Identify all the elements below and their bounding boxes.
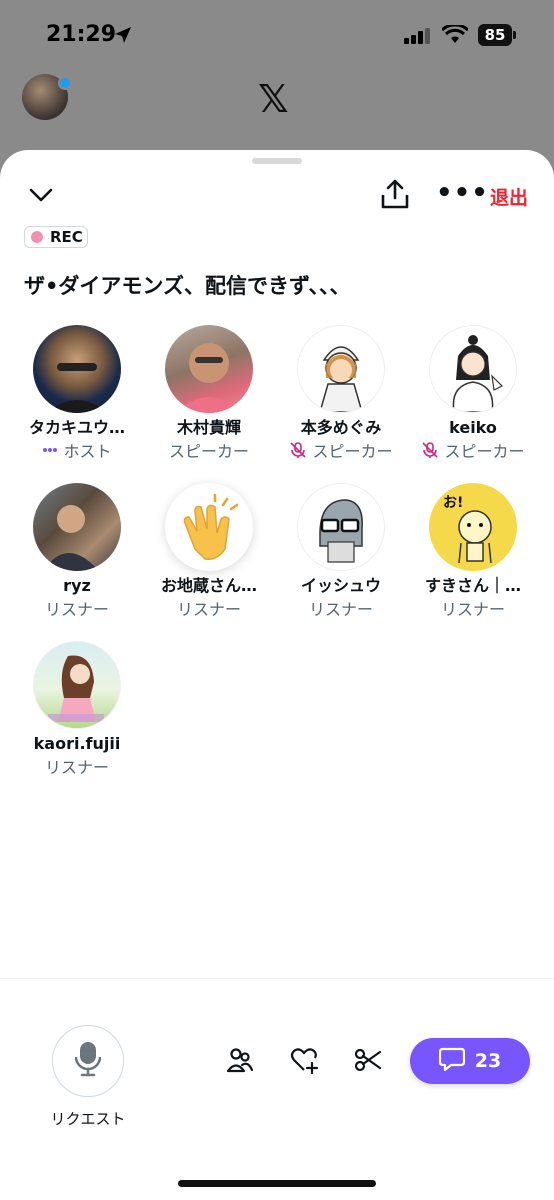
participant-name: kaori.fujii xyxy=(33,734,121,753)
people-icon[interactable] xyxy=(226,1046,254,1078)
more-options-icon[interactable]: ••• xyxy=(436,180,489,206)
comment-count: 23 xyxy=(474,1050,502,1072)
participant[interactable]: kaori.fujii リスナー xyxy=(12,641,142,777)
avatar xyxy=(429,325,517,413)
request-label: リクエスト xyxy=(50,1110,126,1128)
cellular-signal-icon xyxy=(404,28,432,48)
participant-role: スピーカー xyxy=(408,439,538,461)
participant-name: お地蔵さん… xyxy=(160,576,257,595)
participant[interactable]: お! すきさん｜… リスナー xyxy=(408,483,538,619)
avatar xyxy=(165,325,253,413)
status-bar: 21:29 85 xyxy=(0,0,554,72)
avatar: お! xyxy=(429,483,517,571)
bottom-divider xyxy=(0,978,554,979)
space-title: ザ•ダイアモンズ、配信できず、、、 xyxy=(24,274,351,298)
mic-muted-icon xyxy=(421,441,439,459)
comments-button[interactable]: 23 xyxy=(410,1038,530,1084)
role-label: スピーカー xyxy=(312,442,393,461)
participant[interactable]: お地蔵さん… リスナー xyxy=(144,483,274,619)
role-label: リスナー xyxy=(440,600,505,619)
battery-indicator: 85 xyxy=(478,24,512,46)
rec-dot xyxy=(31,231,43,243)
wifi-icon xyxy=(440,23,470,49)
participant-role: リスナー xyxy=(408,597,538,619)
role-label: スピーカー xyxy=(444,442,525,461)
status-time: 21:29 xyxy=(46,22,117,47)
chevron-down-icon[interactable] xyxy=(28,182,54,212)
participant[interactable]: 木村貴輝 スピーカー xyxy=(144,325,274,461)
participant-name: 本多めぐみ xyxy=(300,418,382,437)
avatar xyxy=(33,483,121,571)
participant-name: ryz xyxy=(63,576,91,595)
role-label: リスナー xyxy=(176,600,241,619)
participant-role: リスナー xyxy=(12,755,142,777)
battery-nub xyxy=(513,31,516,39)
participant[interactable]: タカキユウ… ホスト xyxy=(12,325,142,461)
host-dots-icon xyxy=(42,447,58,453)
participant[interactable]: ryz リスナー xyxy=(12,483,142,619)
heart-add-icon[interactable] xyxy=(290,1046,319,1078)
microphone-icon xyxy=(74,1041,102,1081)
participant-role: リスナー xyxy=(144,597,274,619)
role-label: リスナー xyxy=(44,600,109,619)
participant[interactable]: イッシュウ リスナー xyxy=(276,483,406,619)
notification-dot xyxy=(58,76,72,90)
avatar xyxy=(33,325,121,413)
sheet-grabber[interactable] xyxy=(252,158,302,164)
participant[interactable]: keiko スピーカー xyxy=(408,325,538,461)
role-label: リスナー xyxy=(308,600,373,619)
x-logo: 𝕏 xyxy=(258,77,289,121)
avatar xyxy=(33,641,121,729)
participant-name: 木村貴輝 xyxy=(176,418,241,437)
participant-role: リスナー xyxy=(12,597,142,619)
leave-button[interactable]: 退出 xyxy=(490,183,528,210)
rec-label: REC xyxy=(50,228,83,246)
rec-badge: REC xyxy=(24,226,88,248)
role-label: リスナー xyxy=(44,758,109,777)
participant-role: リスナー xyxy=(276,597,406,619)
mic-muted-icon xyxy=(289,441,307,459)
participant-role: スピーカー xyxy=(276,439,406,461)
clapping-hands-icon xyxy=(165,483,253,571)
request-mic-button[interactable] xyxy=(52,1025,124,1097)
chat-bubble-icon xyxy=(438,1047,465,1075)
svg-text:お!: お! xyxy=(443,495,463,511)
role-label: スピーカー xyxy=(168,442,249,461)
participant-name: イッシュウ xyxy=(300,576,381,595)
participant-name: タカキユウ… xyxy=(28,418,125,437)
participant[interactable]: 本多めぐみ スピーカー xyxy=(276,325,406,461)
participant-role: スピーカー xyxy=(144,439,274,461)
avatar xyxy=(297,325,385,413)
home-indicator[interactable] xyxy=(178,1180,376,1187)
participant-name: すきさん｜… xyxy=(424,576,521,595)
share-icon[interactable] xyxy=(380,178,410,214)
participant-name: keiko xyxy=(449,418,497,437)
role-label: ホスト xyxy=(63,442,112,461)
participant-role: ホスト xyxy=(12,439,142,461)
location-arrow-icon xyxy=(114,26,132,48)
scissors-icon[interactable] xyxy=(354,1046,382,1078)
avatar xyxy=(297,483,385,571)
